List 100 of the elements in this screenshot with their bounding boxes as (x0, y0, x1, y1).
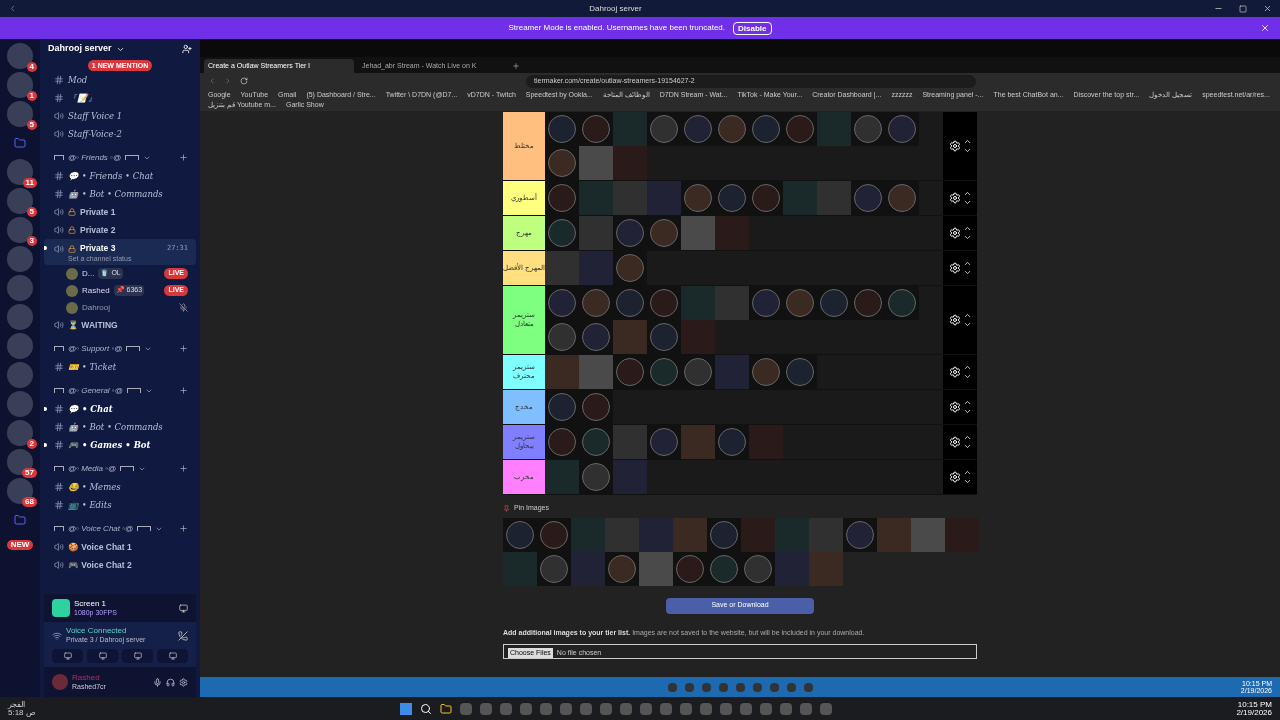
photo-placeholder[interactable] (911, 517, 945, 552)
app-icon[interactable] (460, 702, 472, 715)
channel-item[interactable]: ⏳ WAITING (44, 316, 196, 334)
photo-placeholder[interactable] (639, 551, 673, 586)
add-icon[interactable] (179, 344, 188, 353)
add-icon[interactable] (179, 153, 188, 162)
headphones-icon[interactable] (166, 677, 175, 687)
channel-item[interactable]: 🤖 • Bot • Commands (44, 418, 196, 436)
channel-item[interactable]: 📺 • Edits (44, 496, 196, 514)
voice-control-button[interactable] (52, 649, 83, 663)
move-down-icon[interactable] (962, 233, 972, 242)
folder-icon[interactable] (14, 514, 26, 526)
channel-name[interactable]: 📺 • Edits (68, 498, 112, 512)
logo-tile[interactable] (783, 112, 817, 146)
settings-icon[interactable] (179, 677, 188, 687)
channel-name[interactable]: 🎫 • Ticket (68, 360, 117, 374)
move-down-icon[interactable] (962, 477, 972, 486)
move-up-icon[interactable] (962, 311, 972, 320)
folder-icon[interactable] (14, 137, 26, 149)
server-icon[interactable] (7, 304, 33, 330)
forward-icon[interactable] (224, 77, 232, 85)
app-icon[interactable] (480, 702, 492, 715)
move-up-icon[interactable] (962, 398, 972, 407)
maximize-icon[interactable] (1239, 4, 1247, 13)
channel-name[interactable]: 🤖 • Bot • Commands (68, 187, 163, 201)
app-icon[interactable] (540, 702, 552, 715)
channel-name[interactable]: 😂 • Memes (68, 480, 121, 494)
category-name[interactable]: @◦ Friends ◦@ (64, 151, 126, 164)
server-icon[interactable] (7, 246, 33, 272)
channel-name[interactable]: 🤖 • Bot • Commands (68, 420, 163, 434)
channel-name[interactable]: Private 3 (80, 242, 116, 255)
server-icon[interactable] (7, 275, 33, 301)
logo-tile[interactable] (503, 517, 537, 552)
close-icon[interactable] (1260, 23, 1270, 33)
channel-name[interactable]: 💬 • Chat (68, 402, 113, 416)
move-down-icon[interactable] (962, 372, 972, 381)
add-icon[interactable] (179, 524, 188, 533)
app-icon[interactable] (680, 702, 692, 715)
channel-name[interactable]: Private 2 (80, 223, 116, 237)
channel-item[interactable]: 🎫 • Ticket (44, 358, 196, 376)
voice-control-button[interactable] (87, 649, 118, 663)
channel-name[interactable]: 🍪 Voice Chat 1 (68, 540, 132, 554)
user-name[interactable]: Rashed (82, 284, 110, 297)
stop-stream-icon[interactable] (179, 603, 188, 613)
app-icon[interactable] (800, 702, 812, 715)
folder-icon[interactable] (440, 702, 452, 715)
channel-name[interactable]: 🎮 Voice Chat 2 (68, 558, 132, 572)
logo-tile[interactable] (613, 355, 647, 389)
server-icon[interactable] (7, 362, 33, 388)
logo-tile[interactable] (707, 517, 741, 552)
channel-name[interactable]: Private 1 (80, 205, 116, 219)
app-icon[interactable] (700, 702, 712, 715)
app-icon[interactable] (500, 702, 512, 715)
channel-name[interactable]: Staff-Voice-2 (68, 127, 122, 141)
new-tab-icon[interactable] (512, 62, 520, 70)
channel-item[interactable]: 🎮 Voice Chat 2 (44, 556, 196, 574)
app-icon[interactable] (560, 702, 572, 715)
logo-tile[interactable] (605, 551, 639, 586)
app-icon[interactable] (820, 702, 832, 715)
logo-tile[interactable] (885, 181, 919, 215)
channel-name[interactable]: ⏳ WAITING (68, 318, 118, 332)
logo-tile[interactable] (579, 460, 613, 494)
app-icon[interactable] (620, 702, 632, 715)
channel-item[interactable]: 🍪 Voice Chat 1 (44, 538, 196, 556)
logo-tile[interactable] (851, 112, 885, 146)
back-icon[interactable] (208, 77, 216, 85)
invite-icon[interactable] (182, 44, 192, 54)
move-down-icon[interactable] (962, 268, 972, 277)
channel-name[interactable]: 『📝』 (68, 91, 97, 105)
channel-item[interactable]: 💬 • Chat (44, 400, 196, 418)
category-name[interactable]: @◦ Support ◦@ (64, 342, 127, 355)
move-down-icon[interactable] (962, 198, 972, 207)
close-icon[interactable] (1263, 4, 1272, 13)
back-icon[interactable] (8, 4, 17, 13)
server-icon[interactable] (7, 391, 33, 417)
channel-item[interactable]: Private 1 (44, 203, 196, 221)
microphone-icon[interactable] (153, 677, 162, 687)
logo-tile[interactable] (647, 112, 681, 146)
disconnect-icon[interactable] (178, 630, 188, 641)
reload-icon[interactable] (240, 77, 248, 85)
user-name[interactable]: Dahrooj (82, 301, 110, 314)
channel-item[interactable]: 💬 • Friends • Chat (44, 167, 196, 185)
channel-name[interactable]: 💬 • Friends • Chat (68, 169, 154, 183)
move-down-icon[interactable] (962, 320, 972, 329)
app-icon[interactable] (580, 702, 592, 715)
move-up-icon[interactable] (962, 224, 972, 233)
move-up-icon[interactable] (962, 468, 972, 477)
channel-name[interactable]: Mod (68, 73, 88, 87)
app-icon[interactable] (760, 702, 772, 715)
app-icon[interactable] (780, 702, 792, 715)
channel-item[interactable]: Staff-Voice-2 (44, 125, 196, 143)
move-up-icon[interactable] (962, 363, 972, 372)
logo-tile[interactable] (885, 286, 919, 320)
voice-control-button[interactable] (157, 649, 188, 663)
app-icon[interactable] (720, 702, 732, 715)
add-icon[interactable] (179, 464, 188, 473)
logo-tile[interactable] (579, 112, 613, 146)
move-down-icon[interactable] (962, 442, 972, 451)
move-up-icon[interactable] (962, 189, 972, 198)
channel-item[interactable]: 『📝』 (44, 89, 196, 107)
